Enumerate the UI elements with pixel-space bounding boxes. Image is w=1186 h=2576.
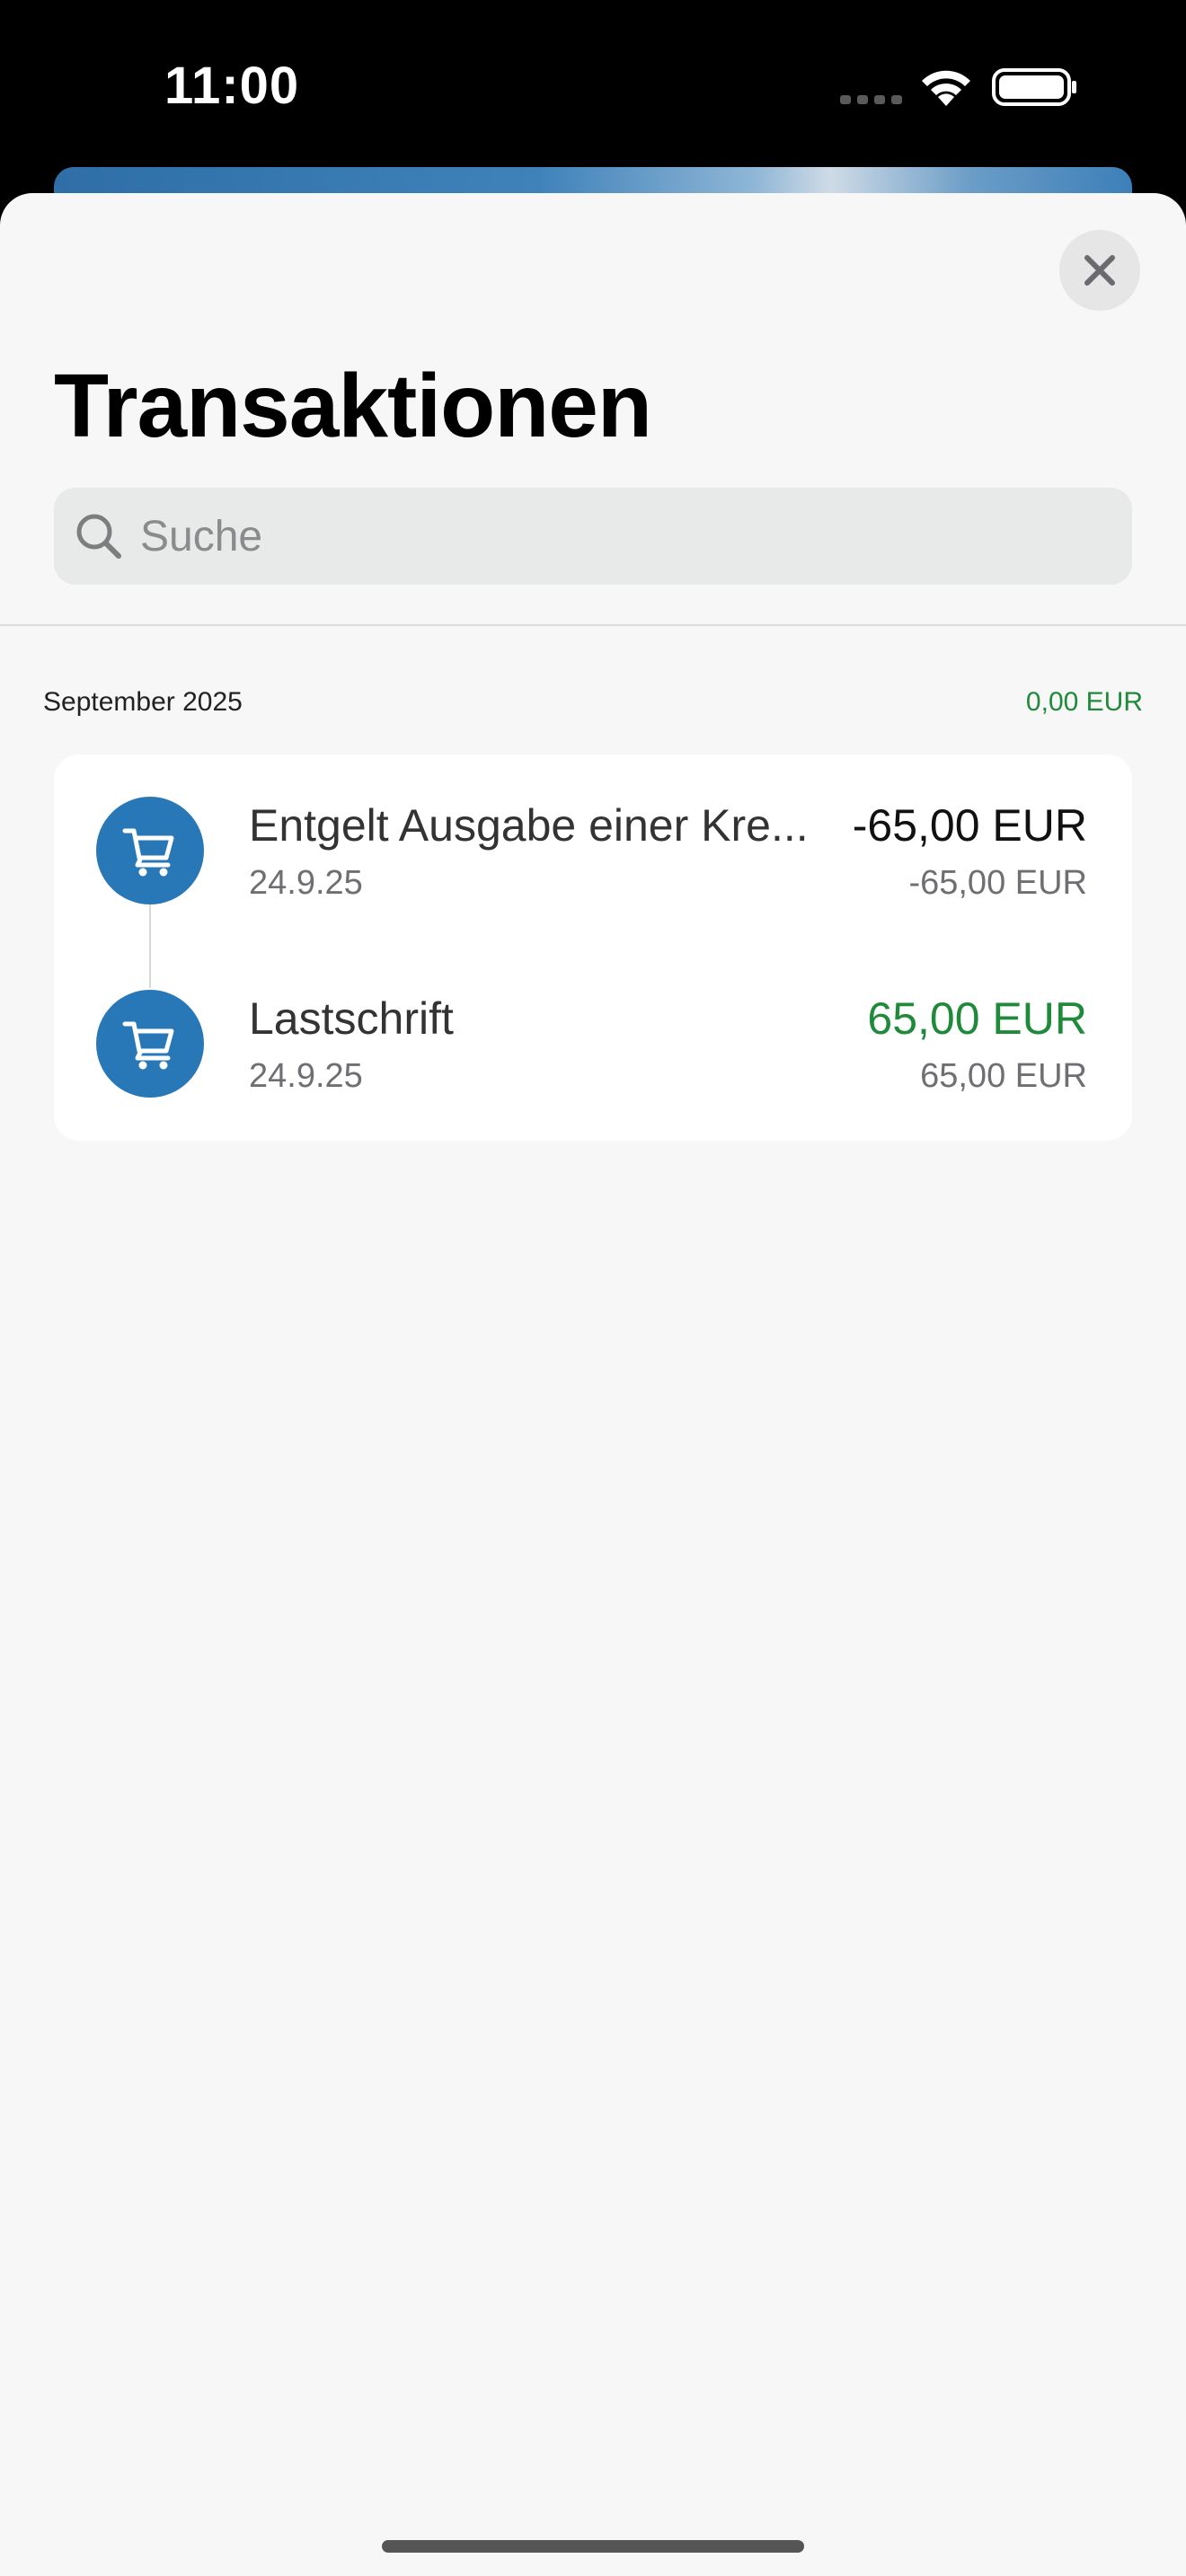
transaction-amount: 65,00 EUR (867, 993, 1087, 1044)
category-badge (96, 797, 204, 904)
status-bar: 11:00 (0, 0, 1186, 180)
transaction-date: 24.9.25 (249, 1057, 363, 1095)
transaction-list: Entgelt Ausgabe einer Kre... 24.9.25 -65… (54, 754, 1132, 1141)
close-icon (1084, 255, 1115, 286)
section-month-title: September 2025 (43, 687, 243, 717)
transactions-sheet: Transaktionen September 2025 0,00 EUR En… (0, 193, 1186, 2576)
transaction-date: 24.9.25 (249, 864, 363, 902)
shopping-cart-icon (122, 1021, 174, 1070)
header-divider (0, 624, 1186, 626)
transaction-row[interactable]: Lastschrift 24.9.25 65,00 EUR 65,00 EUR (54, 948, 1132, 1141)
page-title: Transaktionen (54, 356, 652, 456)
search-bar[interactable] (54, 488, 1132, 585)
transaction-amount: -65,00 EUR (852, 800, 1087, 851)
search-icon (76, 514, 121, 559)
transaction-title: Lastschrift (249, 993, 454, 1044)
transaction-sub-amount: 65,00 EUR (920, 1057, 1087, 1095)
home-indicator[interactable] (382, 2540, 804, 2553)
shopping-cart-icon (122, 828, 174, 877)
transaction-row[interactable]: Entgelt Ausgabe einer Kre... 24.9.25 -65… (54, 754, 1132, 948)
category-badge (96, 990, 204, 1098)
wifi-icon (922, 70, 970, 106)
transaction-title: Entgelt Ausgabe einer Kre... (249, 800, 809, 851)
close-button[interactable] (1059, 230, 1140, 311)
transaction-sub-amount: -65,00 EUR (908, 864, 1087, 902)
battery-icon (992, 68, 1076, 106)
status-time: 11:00 (164, 57, 300, 115)
cellular-signal-icon (840, 95, 902, 104)
section-total: 0,00 EUR (1025, 687, 1143, 717)
search-input[interactable] (140, 488, 1111, 585)
